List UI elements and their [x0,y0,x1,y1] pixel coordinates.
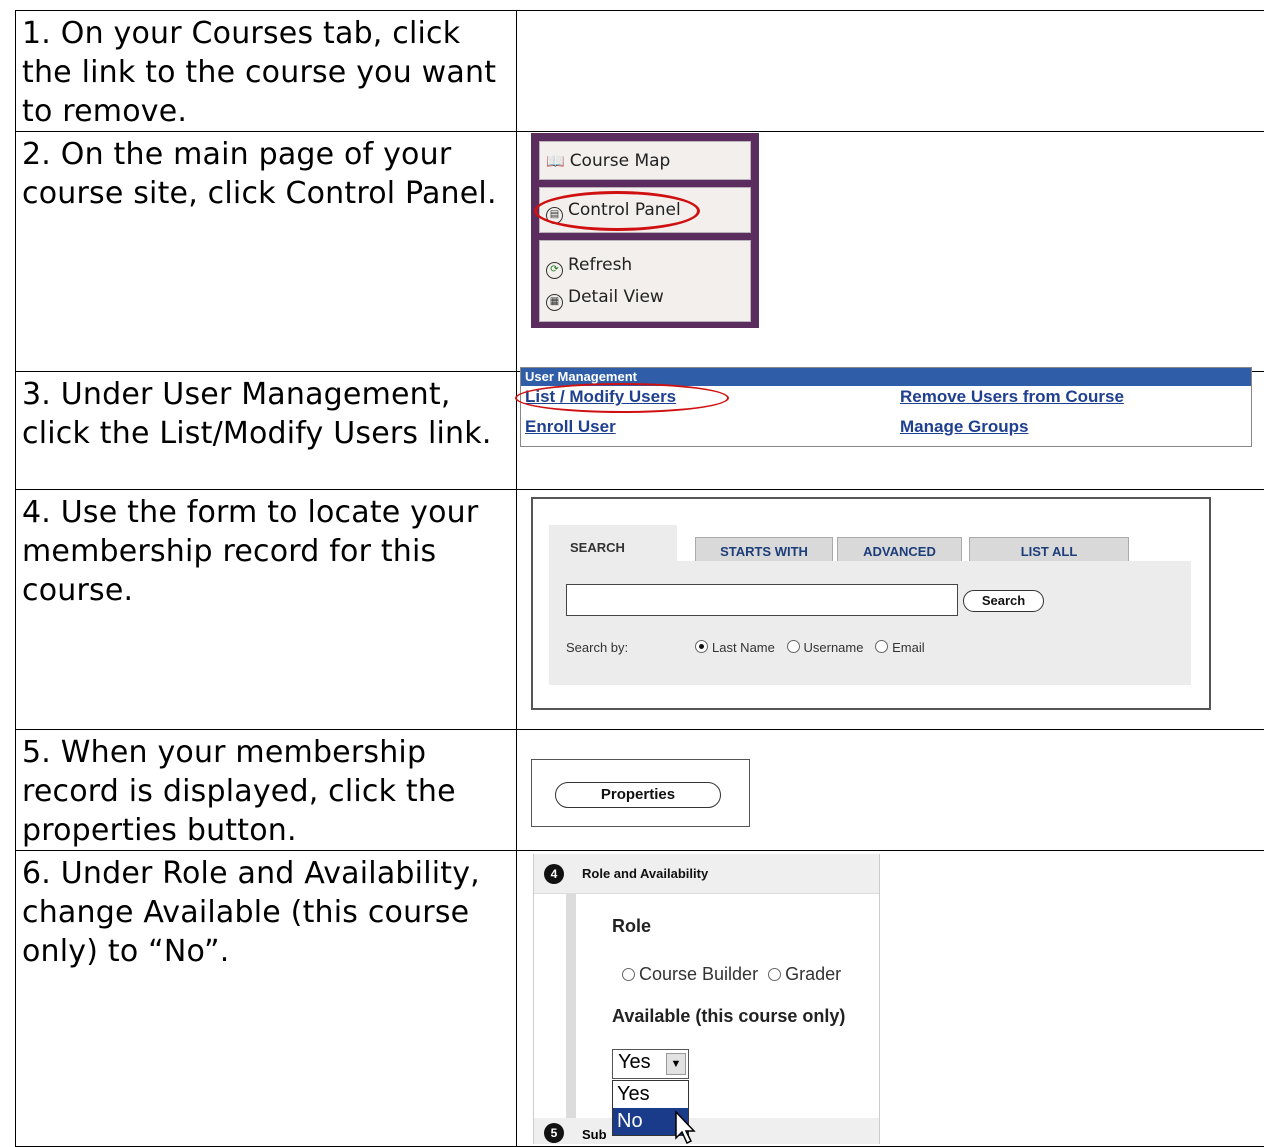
role-section-title: Role and Availability [582,866,708,881]
radio-email[interactable] [875,640,888,653]
enroll-user-link[interactable]: Enroll User [525,417,616,437]
step-text-1: 1. On your Courses tab, click the link t… [16,11,517,132]
tab-starts-with[interactable]: STARTS WITH [695,537,833,563]
refresh-button[interactable]: ⟳ Refresh [546,249,750,281]
step-row-2: 2. On the main page of your course site,… [16,132,1264,372]
tab-advanced[interactable]: ADVANCED [837,537,962,563]
step-row-6: 6. Under Role and Availability, change A… [16,851,1264,1147]
detail-view-label: Detail View [568,287,664,307]
search-form: SEARCH STARTS WITH ADVANCED LIST ALL Sea… [531,497,1211,710]
radio-username[interactable] [787,640,800,653]
detail-view-button[interactable]: ▦ Detail View [546,281,750,313]
step-screenshot-2: 📖 Course Map ▤ Control Panel ⟳ Refresh ▦ Det… [517,132,1264,372]
course-map-label: Course Map [570,151,671,171]
radio-grader[interactable] [768,968,781,981]
step-text-4: 4. Use the form to locate your membershi… [16,490,517,730]
search-panel: Search Search by: Last Name Username Ema… [549,561,1191,685]
refresh-icon: ⟳ [546,262,563,279]
user-management-panel: User Management List / Modify Users Enro… [520,367,1252,447]
step-screenshot-6: 4 Role and Availability Role Course Buil… [517,851,1264,1147]
role-availability-panel: 4 Role and Availability Role Course Buil… [533,854,880,1144]
step-text-2: 2. On the main page of your course site,… [16,132,517,372]
radio-course-builder-label: Course Builder [639,964,758,984]
step-screenshot-3: User Management List / Modify Users Enro… [517,372,1264,490]
manage-groups-link[interactable]: Manage Groups [900,417,1028,437]
role-label: Role [612,916,651,937]
search-by-label: Search by: [566,640,628,655]
book-icon: 📖 [546,152,565,170]
section-rail [566,894,576,1119]
control-panel-button[interactable]: ▤ Control Panel [539,187,751,233]
dropdown-option-yes[interactable]: Yes [613,1081,688,1108]
tab-list-all[interactable]: LIST ALL [969,537,1129,563]
control-panel-icon: ▤ [546,207,563,224]
next-section-number-badge: 5 [544,1123,564,1143]
properties-frame: Properties [531,759,750,827]
available-select[interactable]: Yes ▼ [612,1049,689,1079]
search-button[interactable]: Search [963,590,1044,612]
radio-email-label: Email [892,640,925,655]
search-by-options: Last Name Username Email [695,640,933,655]
control-panel-label: Control Panel [568,200,681,220]
refresh-label: Refresh [568,255,632,275]
available-label: Available (this course only) [612,1006,845,1027]
next-section-title: Sub [582,1127,607,1142]
radio-username-label: Username [804,640,864,655]
tab-search[interactable]: SEARCH [549,525,677,561]
radio-last-name[interactable] [695,640,708,653]
step-row-3: 3. Under User Management, click the List… [16,372,1264,490]
search-input[interactable] [566,584,958,616]
detail-view-icon: ▦ [546,294,563,311]
course-menu: 📖 Course Map ▤ Control Panel ⟳ Refresh ▦ Det… [531,133,759,328]
remove-users-link[interactable]: Remove Users from Course [900,387,1124,407]
user-management-header: User Management [521,368,1251,386]
step-row-1: 1. On your Courses tab, click the link t… [16,11,1264,132]
step-row-5: 5. When your membership record is displa… [16,730,1264,851]
radio-last-name-label: Last Name [712,640,775,655]
role-section-header: 4 Role and Availability [534,854,879,894]
step-screenshot-5: Properties [517,730,1264,851]
chevron-down-icon[interactable]: ▼ [666,1053,686,1075]
properties-button[interactable]: Properties [555,782,721,808]
step-text-5: 5. When your membership record is displa… [16,730,517,851]
section-number-badge: 4 [544,864,564,884]
available-select-value: Yes [618,1051,651,1073]
step-text-6: 6. Under Role and Availability, change A… [16,851,517,1147]
step-text-3: 3. Under User Management, click the List… [16,372,517,490]
instruction-table: 1. On your Courses tab, click the link t… [15,10,1264,1147]
course-map-button[interactable]: 📖 Course Map [539,141,751,180]
step-screenshot-4: SEARCH STARTS WITH ADVANCED LIST ALL Sea… [517,490,1264,730]
radio-grader-label: Grader [785,964,841,984]
role-options: Course Builder Grader [622,964,841,985]
mouse-pointer-icon [674,1110,698,1144]
list-modify-users-link[interactable]: List / Modify Users [525,387,676,407]
next-section-header: 5 Sub [534,1118,880,1144]
radio-course-builder[interactable] [622,968,635,981]
step-row-4: 4. Use the form to locate your membershi… [16,490,1264,730]
menu-actions-box: ⟳ Refresh ▦ Detail View [539,240,751,322]
step-screenshot-1 [517,11,1264,132]
